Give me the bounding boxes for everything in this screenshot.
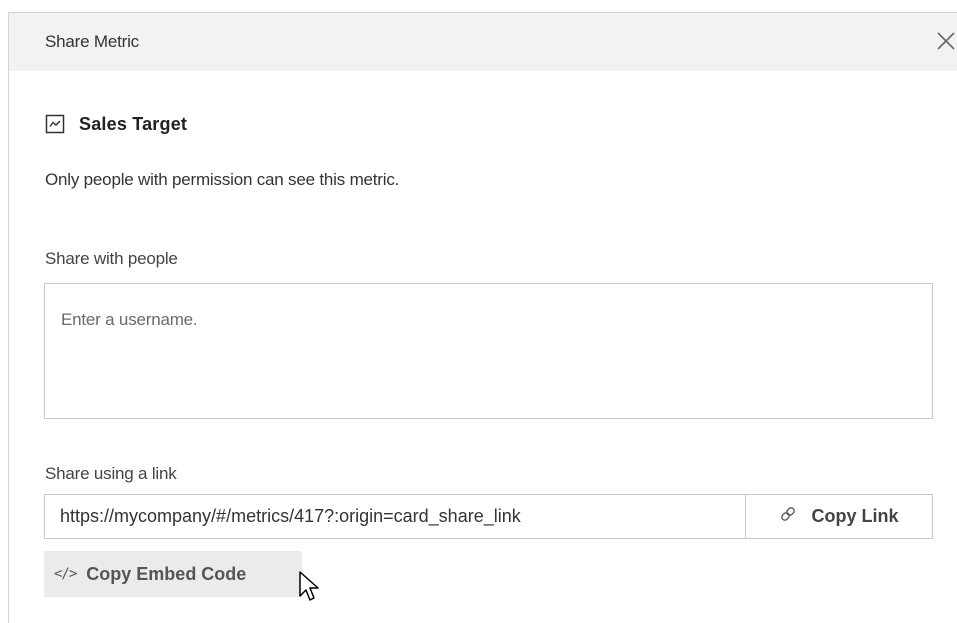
copy-embed-code-button[interactable]: </> Copy Embed Code — [44, 551, 302, 597]
copy-link-button[interactable]: Copy Link — [745, 494, 933, 539]
link-icon — [779, 505, 797, 528]
share-link-row: Copy Link — [44, 494, 933, 539]
copy-embed-code-label: Copy Embed Code — [86, 563, 247, 584]
mouse-pointer-icon — [298, 570, 320, 604]
share-metric-dialog: Share Metric Sales Target Only people wi… — [8, 12, 957, 623]
dialog-header: Share Metric — [9, 13, 957, 71]
dialog-title: Share Metric — [45, 32, 139, 51]
line-chart-icon — [45, 114, 65, 134]
username-input[interactable] — [44, 283, 933, 419]
metric-heading: Sales Target — [45, 113, 187, 135]
metric-name: Sales Target — [79, 113, 188, 134]
permission-text: Only people with permission can see this… — [45, 170, 400, 189]
close-icon[interactable] — [935, 30, 957, 52]
code-icon: </> — [54, 566, 77, 582]
copy-link-label: Copy Link — [811, 506, 899, 526]
share-with-people-label: Share with people — [45, 249, 178, 268]
share-link-label: Share using a link — [45, 464, 177, 483]
share-link-input[interactable] — [44, 494, 745, 539]
